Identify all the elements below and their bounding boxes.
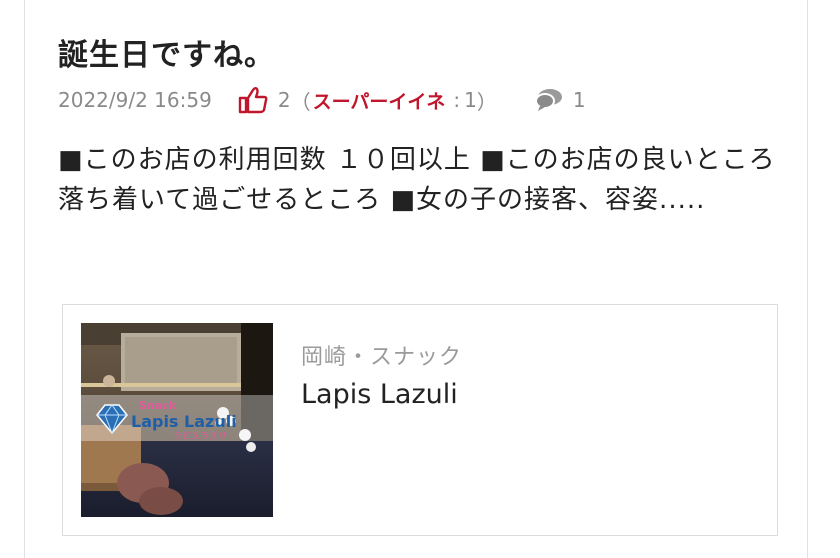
- super-like-separator: :: [453, 88, 461, 112]
- logo-main-text: Lapis Lazuli: [131, 412, 237, 431]
- shop-photo[interactable]: Snack Lapis Lazuli ラピスラズリ: [81, 323, 273, 517]
- super-like-count: 1: [464, 88, 477, 112]
- thumbs-up-icon[interactable]: [238, 86, 268, 114]
- post-date: 2022/9/2 16:59: [58, 88, 212, 112]
- post-meta: 2022/9/2 16:59 2 （ スーパーイイネ : 1 ） 1: [58, 86, 586, 114]
- super-like-label[interactable]: スーパーイイネ: [313, 87, 446, 114]
- shop-name[interactable]: Lapis Lazuli: [301, 379, 458, 410]
- shop-card[interactable]: Snack Lapis Lazuli ラピスラズリ 岡崎・スナック Lapis …: [62, 304, 778, 536]
- shop-category: 岡崎・スナック: [301, 345, 463, 370]
- paren-close: ）: [476, 89, 497, 114]
- comment-bubble-icon[interactable]: [534, 88, 563, 112]
- logo-small-text: Snack: [139, 399, 177, 412]
- logo-kana-text: ラピスラズリ: [173, 430, 227, 442]
- like-count: 2: [277, 88, 291, 112]
- post-title[interactable]: 誕生日ですね。: [58, 30, 275, 74]
- paren-open: （: [290, 89, 311, 114]
- post-body[interactable]: ■このお店の利用回数 １０回以上 ■このお店の良いところ 落ち着いて過ごせるとこ…: [58, 140, 778, 220]
- comment-count: 1: [572, 88, 586, 112]
